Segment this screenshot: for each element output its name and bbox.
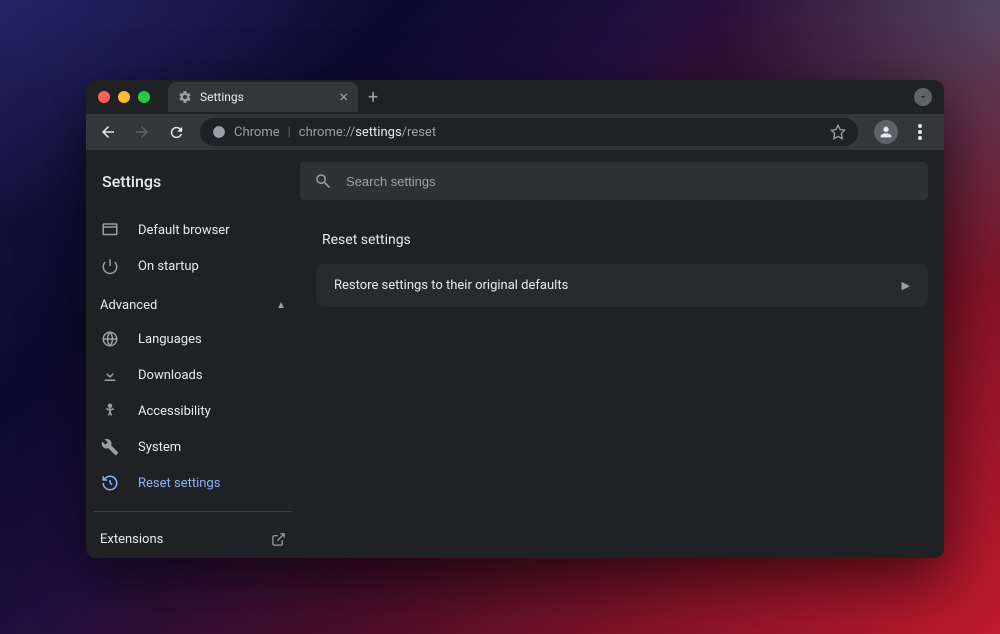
sidebar-item-label: Reset settings xyxy=(138,476,220,491)
window-controls xyxy=(86,91,162,103)
titlebar: Settings × + xyxy=(86,80,944,114)
forward-button[interactable] xyxy=(128,118,156,146)
sidebar-item-label: Languages xyxy=(138,332,202,347)
sidebar-item-label: System xyxy=(138,440,181,455)
profile-avatar[interactable] xyxy=(874,120,898,144)
sidebar-section-advanced[interactable]: Advanced ▲ xyxy=(94,284,292,321)
tab-close-button[interactable]: × xyxy=(339,89,348,105)
download-icon xyxy=(100,365,120,385)
section-heading: Reset settings xyxy=(316,220,928,264)
restore-icon xyxy=(100,473,120,493)
sidebar-link-about[interactable]: About Chrome xyxy=(94,557,292,558)
minimize-window-button[interactable] xyxy=(118,91,130,103)
url-divider: | xyxy=(288,125,291,140)
page-title: Settings xyxy=(102,172,284,191)
chevron-up-icon: ▲ xyxy=(276,300,286,311)
sidebar-item-label: Default browser xyxy=(138,223,230,238)
chevron-right-icon: ▶ xyxy=(902,279,910,292)
search-input[interactable] xyxy=(346,174,914,189)
site-info-icon[interactable] xyxy=(212,125,226,139)
restore-defaults-row[interactable]: Restore settings to their original defau… xyxy=(316,264,928,307)
row-label: Restore settings to their original defau… xyxy=(334,278,568,293)
link-label: Extensions xyxy=(100,532,163,547)
back-button[interactable] xyxy=(94,118,122,146)
sidebar-item-languages[interactable]: Languages xyxy=(94,321,292,357)
divider xyxy=(94,511,292,512)
globe-icon xyxy=(100,329,120,349)
sidebar-item-label: On startup xyxy=(138,259,199,274)
close-window-button[interactable] xyxy=(98,91,110,103)
reload-button[interactable] xyxy=(162,118,190,146)
sidebar-item-default-browser[interactable]: Default browser xyxy=(94,212,292,248)
browser-tab[interactable]: Settings × xyxy=(168,82,358,112)
sidebar-link-extensions[interactable]: Extensions xyxy=(94,522,292,557)
search-icon xyxy=(314,172,332,190)
wrench-icon xyxy=(100,437,120,457)
accessibility-icon xyxy=(100,401,120,421)
sidebar-item-on-startup[interactable]: On startup xyxy=(94,248,292,284)
browser-window: Settings × + Chrome | chrome://settings xyxy=(86,80,944,558)
settings-header: Settings xyxy=(86,150,944,212)
settings-search[interactable] xyxy=(300,162,928,200)
sidebar-item-accessibility[interactable]: Accessibility xyxy=(94,393,292,429)
kebab-menu-button[interactable] xyxy=(910,124,930,140)
sidebar-item-reset-settings[interactable]: Reset settings xyxy=(94,465,292,501)
sidebar: Default browser On startup Advanced ▲ xyxy=(86,212,300,558)
sidebar-item-downloads[interactable]: Downloads xyxy=(94,357,292,393)
toolbar: Chrome | chrome://settings/reset xyxy=(86,114,944,150)
settings-card: Restore settings to their original defau… xyxy=(316,264,928,307)
external-link-icon xyxy=(271,532,286,547)
titlebar-right xyxy=(914,88,932,106)
power-icon xyxy=(100,256,120,276)
tab-title: Settings xyxy=(200,90,331,104)
main-content: Reset settings Restore settings to their… xyxy=(300,212,944,558)
maximize-window-button[interactable] xyxy=(138,91,150,103)
bookmark-star-icon[interactable] xyxy=(830,124,846,140)
browser-icon xyxy=(100,220,120,240)
sidebar-item-system[interactable]: System xyxy=(94,429,292,465)
address-bar[interactable]: Chrome | chrome://settings/reset xyxy=(200,118,858,146)
section-label: Advanced xyxy=(100,298,157,313)
tab-overflow-button[interactable] xyxy=(914,88,932,106)
sidebar-item-label: Downloads xyxy=(138,368,203,383)
url-text: chrome://settings/reset xyxy=(299,125,436,140)
gear-icon xyxy=(178,90,192,104)
new-tab-button[interactable]: + xyxy=(368,87,378,108)
sidebar-item-label: Accessibility xyxy=(138,404,211,419)
url-scheme-label: Chrome xyxy=(234,125,280,140)
